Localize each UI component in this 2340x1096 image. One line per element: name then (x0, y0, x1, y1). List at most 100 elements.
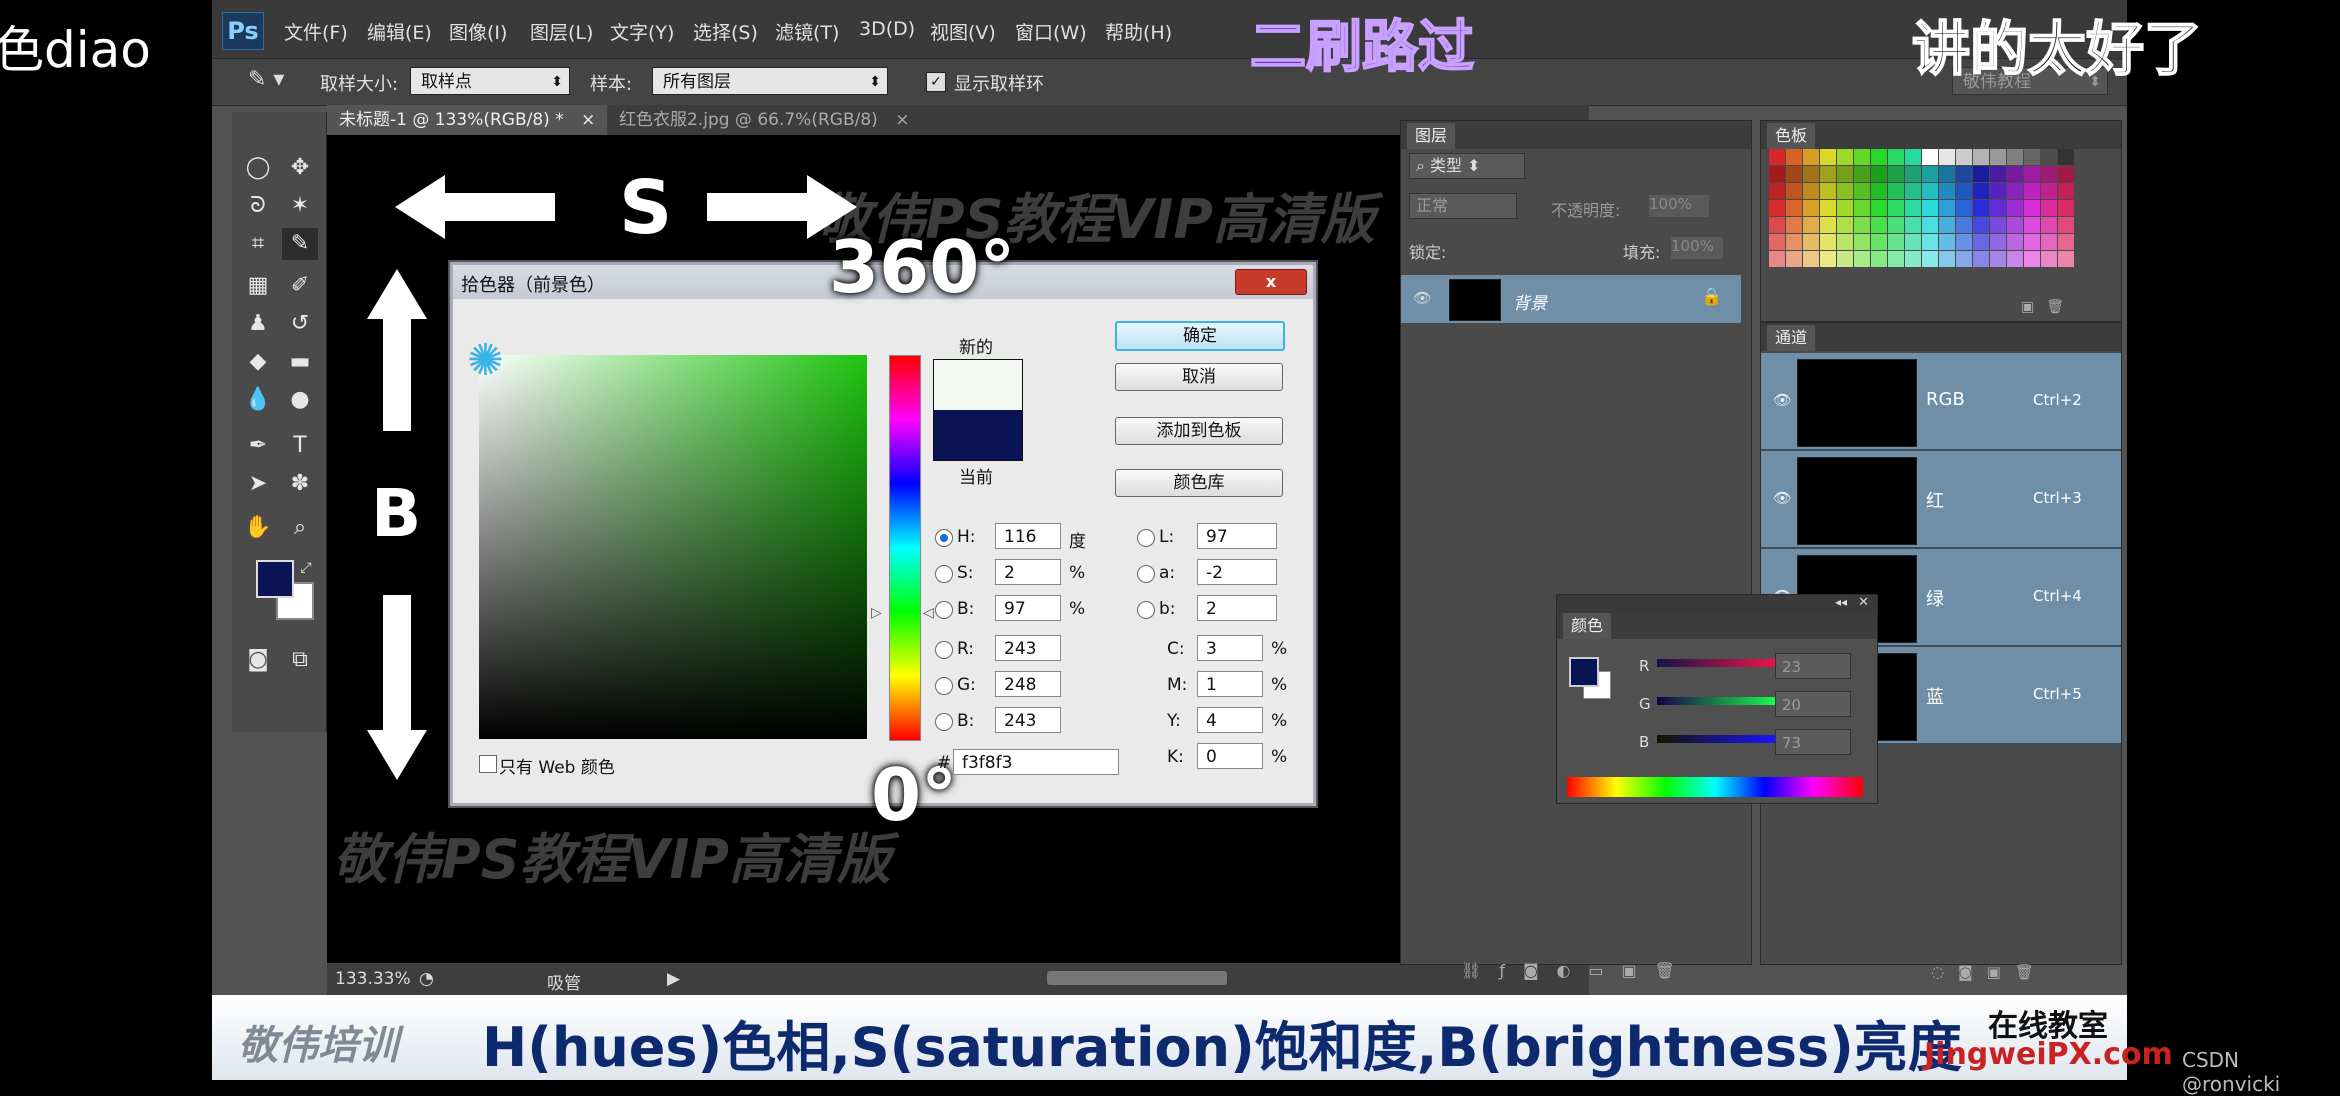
swatch-cell[interactable] (1871, 200, 1887, 216)
swatch-cell[interactable] (1820, 183, 1836, 199)
cancel-button[interactable]: 取消 (1115, 363, 1283, 391)
swatch-cell[interactable] (1769, 166, 1785, 182)
swatch-cell[interactable] (1973, 183, 1989, 199)
swatch-cell[interactable] (2007, 234, 2023, 250)
menu-type[interactable]: 文字(Y) (610, 18, 674, 45)
swatch-cell[interactable] (1973, 251, 1989, 267)
swatch-cell[interactable] (1786, 217, 1802, 233)
swatch-cell[interactable] (1922, 251, 1938, 267)
r-field[interactable]: 243 (995, 635, 1061, 661)
swatch-cell[interactable] (2041, 217, 2057, 233)
swatch-cell[interactable] (1837, 200, 1853, 216)
tab-untitled[interactable]: 未标题-1 @ 133%(RGB/8) * × (327, 105, 608, 135)
k-field[interactable]: 0 (1197, 743, 1263, 769)
swatch-cell[interactable] (2007, 251, 2023, 267)
swatch-cell[interactable] (2041, 251, 2057, 267)
c-field[interactable]: 3 (1197, 635, 1263, 661)
swatch-cell[interactable] (1888, 200, 1904, 216)
swatch-cell[interactable] (1956, 200, 1972, 216)
eye-icon[interactable]: 👁 (1413, 289, 1432, 307)
sample-size-select[interactable]: 取样点 ⬍ (410, 67, 570, 95)
swatch-cell[interactable] (1837, 234, 1853, 250)
swatch-cell[interactable] (2041, 200, 2057, 216)
opacity-value[interactable]: 100% (1649, 195, 1709, 217)
swatch-cell[interactable] (2007, 200, 2023, 216)
color-libraries-button[interactable]: 颜色库 (1115, 469, 1283, 497)
swatch-cell[interactable] (1888, 183, 1904, 199)
swatch-cell[interactable] (1854, 166, 1870, 182)
hand-icon[interactable]: ✋ (240, 512, 276, 544)
swatch-cell[interactable] (1803, 166, 1819, 182)
swatch-cell[interactable] (1888, 149, 1904, 165)
hue-marker-right-icon[interactable]: ◁ (923, 605, 934, 621)
path-select-icon[interactable]: ➤ (240, 468, 276, 500)
swatch-cell[interactable] (1871, 234, 1887, 250)
swatch-cell[interactable] (1973, 149, 1989, 165)
menu-select[interactable]: 选择(S) (693, 18, 758, 45)
menu-image[interactable]: 图像(I) (449, 18, 507, 45)
l-field[interactable]: 97 (1197, 523, 1277, 549)
swatch-cell[interactable] (1939, 166, 1955, 182)
swatch-cell[interactable] (1888, 166, 1904, 182)
swatch-cell[interactable] (1820, 166, 1836, 182)
swatch-cell[interactable] (1854, 234, 1870, 250)
swatch-cell[interactable] (1803, 183, 1819, 199)
swatch-cell[interactable] (1939, 200, 1955, 216)
swatch-cell[interactable] (1786, 234, 1802, 250)
swatch-cell[interactable] (1905, 200, 1921, 216)
magic-wand-icon[interactable]: ✶ (282, 190, 318, 222)
rgb-b-field[interactable]: 243 (995, 707, 1061, 733)
picker-close-button[interactable]: x (1235, 269, 1307, 295)
r-value[interactable]: 23 (1775, 653, 1851, 679)
swatch-cell[interactable] (1820, 200, 1836, 216)
swatch-cell[interactable] (1769, 200, 1785, 216)
show-ring-checkbox[interactable]: ✓ (926, 72, 946, 92)
swatch-cell[interactable] (1905, 183, 1921, 199)
swatch-cell[interactable] (2007, 166, 2023, 182)
swatch-cell[interactable] (1871, 217, 1887, 233)
menu-3d[interactable]: 3D(D) (859, 18, 915, 40)
pen-icon[interactable]: ✒ (240, 430, 276, 462)
m-field[interactable]: 1 (1197, 671, 1263, 697)
swatch-cell[interactable] (1871, 251, 1887, 267)
swatch-cell[interactable] (1786, 183, 1802, 199)
swatch-cell[interactable] (1769, 149, 1785, 165)
swatch-cell[interactable] (1990, 217, 2006, 233)
g-slider[interactable] (1657, 697, 1777, 705)
swatch-cell[interactable] (1990, 251, 2006, 267)
brush-icon[interactable]: ✐ (282, 270, 318, 302)
screen-mode-icon[interactable]: ⧉ (282, 644, 318, 676)
hue-marker-left-icon[interactable]: ▷ (871, 605, 882, 621)
b-slider[interactable] (1657, 735, 1777, 743)
eye-icon[interactable]: 👁 (1773, 489, 1792, 507)
swatch-cell[interactable] (1956, 166, 1972, 182)
swatch-cell[interactable] (1905, 149, 1921, 165)
swatch-cell[interactable] (2024, 166, 2040, 182)
s-field[interactable]: 2 (995, 559, 1061, 585)
zoom-level[interactable]: 133.33% (335, 969, 411, 989)
dodge-icon[interactable]: ● (282, 384, 318, 416)
swatch-cell[interactable] (1922, 183, 1938, 199)
swatch-cell[interactable] (2024, 200, 2040, 216)
swatch-cell[interactable] (1854, 217, 1870, 233)
swatch-cell[interactable] (1854, 200, 1870, 216)
swatch-cell[interactable] (2041, 234, 2057, 250)
swatch-cell[interactable] (1803, 217, 1819, 233)
swatch-cell[interactable] (2058, 200, 2074, 216)
swatch-cell[interactable] (1871, 183, 1887, 199)
swatch-cell[interactable] (2058, 183, 2074, 199)
eyedropper-tool-icon[interactable]: ✎ (282, 228, 318, 260)
swatch-cell[interactable] (2058, 149, 2074, 165)
marquee-icon[interactable]: ◯ (240, 152, 276, 184)
type-icon[interactable]: T (282, 430, 318, 462)
swatch-cell[interactable] (1973, 234, 1989, 250)
rgb-b-radio[interactable] (935, 713, 953, 731)
menu-help[interactable]: 帮助(H) (1105, 18, 1172, 45)
swatch-cell[interactable] (1888, 234, 1904, 250)
swatch-cell[interactable] (1939, 183, 1955, 199)
swatch-cell[interactable] (2007, 149, 2023, 165)
swatch-cell[interactable] (2024, 234, 2040, 250)
swatch-cell[interactable] (1820, 149, 1836, 165)
swatch-cell[interactable] (1786, 200, 1802, 216)
layer-row-background[interactable]: 👁 背景 🔒 (1401, 275, 1741, 323)
